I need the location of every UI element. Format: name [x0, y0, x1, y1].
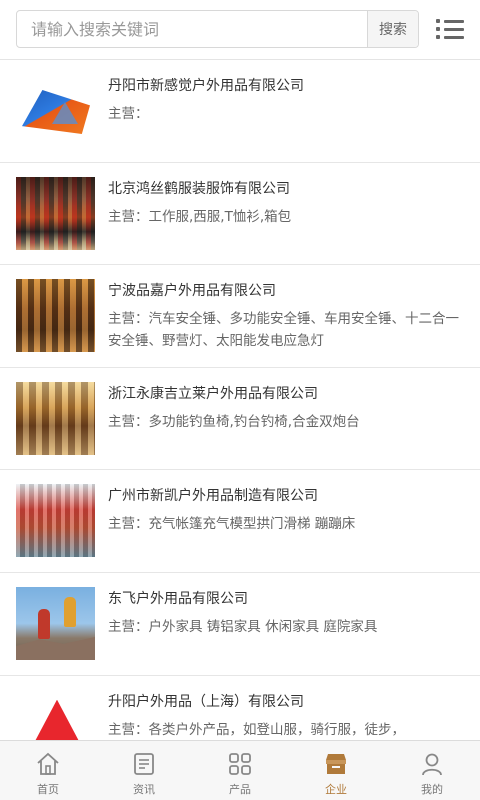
company-business: 主营：	[108, 106, 149, 122]
tent-thumbnail[interactable]	[16, 74, 95, 147]
climbers-thumbnail[interactable]	[16, 586, 95, 660]
company-item[interactable]: 浙江永康吉立莱户外用品有限公司 主营：多功能钓鱼椅,钓台钓椅,合金双炮台	[0, 368, 480, 471]
company-name[interactable]: 广州市新凯户外用品制造有限公司	[108, 485, 468, 505]
company-item[interactable]: 升阳户外用品（上海）有限公司 主营：各类户外产品，如登山服，骑行服，徒步，	[0, 676, 480, 740]
company-item[interactable]: 宁波品嘉户外用品有限公司 主营：汽车安全锤、多功能安全锤、车用安全锤、十二合一安…	[0, 265, 480, 368]
company-name[interactable]: 北京鸿丝鹤服装服饰有限公司	[108, 178, 468, 198]
tab-products[interactable]: 产品	[192, 741, 288, 800]
store-thumbnail[interactable]	[16, 484, 95, 558]
company-business: 主营：汽车安全锤、多功能安全锤、车用安全锤、十二合一安全锤、野营灯、太阳能发电应…	[108, 311, 459, 350]
tab-label: 我的	[421, 783, 443, 796]
tab-label: 企业	[325, 783, 347, 796]
tab-label: 首页	[37, 783, 59, 796]
bottom-tab-bar: 首页 资讯 产品 企业 我的	[0, 740, 480, 800]
store-thumbnail[interactable]	[16, 176, 95, 250]
tab-enterprise[interactable]: 企业	[288, 741, 384, 800]
menu-dot	[436, 19, 440, 23]
tab-news[interactable]: 资讯	[96, 741, 192, 800]
company-name[interactable]: 宁波品嘉户外用品有限公司	[108, 280, 468, 300]
company-item[interactable]: 北京鸿丝鹤服装服饰有限公司 主营：工作服,西服,T恤衫,箱包	[0, 163, 480, 266]
menu-dot	[436, 27, 440, 31]
company-name[interactable]: 浙江永康吉立莱户外用品有限公司	[108, 383, 468, 403]
company-business: 主营：户外家具 铸铝家具 休闲家具 庭院家具	[108, 618, 378, 635]
menu-bar	[444, 19, 464, 23]
menu-bar	[444, 27, 464, 31]
store-thumbnail[interactable]	[16, 381, 95, 455]
company-business: 主营：充气帐篷充气模型拱门滑梯 蹦蹦床	[108, 516, 356, 533]
red-tent-thumbnail[interactable]	[16, 689, 95, 740]
tent-shape	[22, 90, 90, 134]
company-business: 主营：多功能钓鱼椅,钓台钓椅,合金双炮台	[108, 413, 360, 430]
company-item[interactable]: 东飞户外用品有限公司 主营：户外家具 铸铝家具 休闲家具 庭院家具	[0, 573, 480, 676]
search-input[interactable]	[17, 11, 366, 47]
user-icon	[422, 753, 442, 776]
company-name[interactable]: 升阳户外用品（上海）有限公司	[108, 691, 468, 711]
company-business: 主营：各类户外产品，如登山服，骑行服，徒步，	[108, 721, 405, 738]
news-icon	[134, 753, 154, 775]
search-header: 搜索	[0, 0, 480, 60]
company-name[interactable]: 丹阳市新感觉户外用品有限公司	[108, 75, 468, 95]
company-item[interactable]: 广州市新凯户外用品制造有限公司 主营：充气帐篷充气模型拱门滑梯 蹦蹦床	[0, 470, 480, 573]
tab-label: 产品	[229, 783, 251, 796]
list-menu-icon[interactable]	[434, 15, 466, 43]
search-button[interactable]: 搜索	[367, 11, 418, 47]
search-box: 搜索	[16, 10, 419, 48]
tab-mine[interactable]: 我的	[384, 741, 480, 800]
home-icon	[37, 752, 59, 775]
rock-shape	[16, 636, 95, 660]
menu-dot	[436, 35, 440, 39]
red-tent-shape	[20, 699, 94, 740]
tab-home[interactable]: 首页	[0, 741, 96, 800]
store-thumbnail[interactable]	[16, 279, 95, 353]
enterprise-icon	[326, 754, 346, 774]
company-business: 主营：工作服,西服,T恤衫,箱包	[108, 208, 292, 225]
grid-icon	[229, 753, 251, 775]
tab-label: 资讯	[133, 783, 155, 796]
climber-figure	[64, 596, 76, 627]
climber-figure	[38, 608, 50, 639]
company-name[interactable]: 东飞户外用品有限公司	[108, 588, 468, 608]
company-item[interactable]: 丹阳市新感觉户外用品有限公司 主营：	[0, 60, 480, 163]
app-root: 搜索 丹阳市新感觉户外用品有限公司 主营： 北京鸿丝鹤服装服饰有限公司 主营：工…	[0, 0, 480, 800]
company-list: 丹阳市新感觉户外用品有限公司 主营： 北京鸿丝鹤服装服饰有限公司 主营：工作服,…	[0, 60, 480, 740]
menu-bar	[444, 35, 464, 39]
